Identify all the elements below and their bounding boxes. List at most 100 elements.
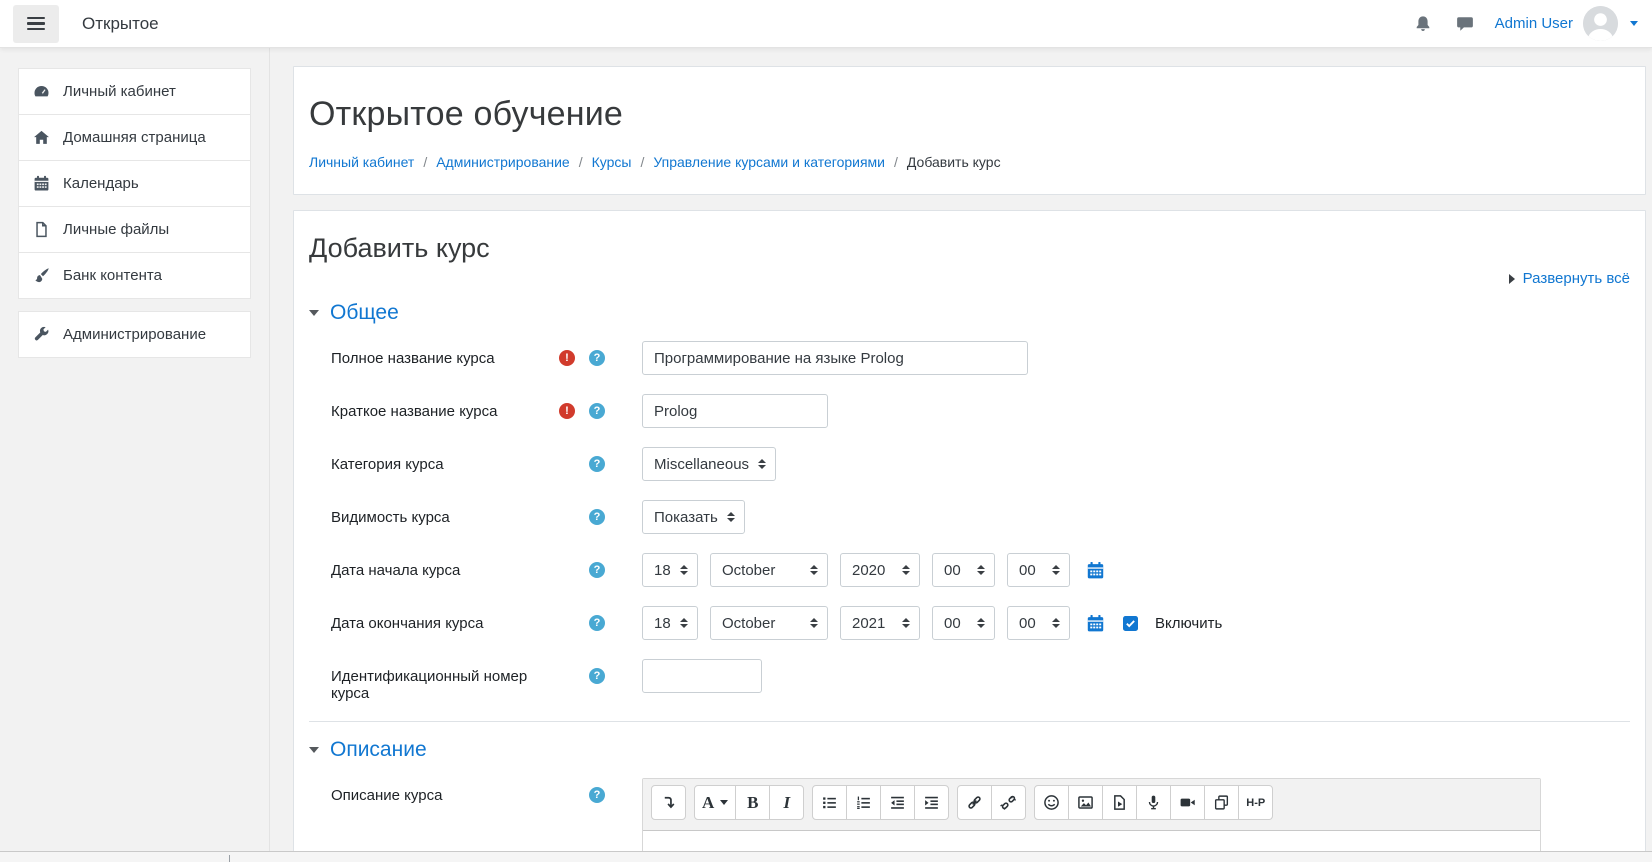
editor-ordered-list-button[interactable] [846,785,881,820]
idnumber-input[interactable] [642,659,762,693]
enddate-month-select[interactable]: October [710,606,828,640]
help-icon[interactable]: ? [589,787,605,803]
section-description-header[interactable]: Описание [309,738,1630,762]
breadcrumb-link-dashboard[interactable]: Личный кабинет [309,154,414,170]
select-arrows-icon [1052,565,1060,576]
enddate-enable-label[interactable]: Включить [1155,615,1222,632]
enddate-day-select[interactable]: 18 [642,606,698,640]
idnumber-label: Идентификационный номер курса [331,659,559,702]
help-icon[interactable]: ? [589,456,605,472]
editor-html-button[interactable]: H-P [1238,785,1273,820]
sidebar-item-home[interactable]: Домашняя страница [18,114,251,161]
help-icon[interactable]: ? [589,562,605,578]
wrench-icon [33,326,50,343]
sidebar-item-label: Домашняя страница [63,129,206,146]
startdate-day-select[interactable]: 18 [642,553,698,587]
category-label: Категория курса [331,447,559,473]
select-arrows-icon [727,512,735,523]
breadcrumb-link-course-management[interactable]: Управление курсами и категориями [653,154,885,170]
chevron-down-icon [720,800,728,805]
visibility-label: Видимость курса [331,500,559,526]
sidebar: Личный кабинет Домашняя страница Календа… [0,48,270,851]
menu-toggle-button[interactable] [13,5,59,43]
breadcrumb-link-courses[interactable]: Курсы [592,154,632,170]
enddate-hour-select[interactable]: 00 [932,606,995,640]
editor-image-button[interactable] [1068,785,1103,820]
editor-outdent-button[interactable] [880,785,915,820]
editor-unlink-button[interactable] [991,785,1026,820]
select-arrows-icon [977,565,985,576]
select-arrows-icon [902,618,910,629]
editor-paragraph-style-button[interactable]: A [694,785,736,820]
breadcrumb-current: Добавить курс [907,154,1001,170]
help-icon[interactable]: ? [589,509,605,525]
breadcrumb: Личный кабинет / Администрирование / Кур… [309,154,1630,170]
help-icon[interactable]: ? [589,350,605,366]
editor-bold-button[interactable]: B [735,785,770,820]
sidebar-item-dashboard[interactable]: Личный кабинет [18,68,251,115]
emoji-icon [1043,794,1060,811]
editor-unordered-list-button[interactable] [812,785,847,820]
required-icon: ! [559,403,575,419]
page-title: Открытое обучение [309,95,1630,134]
footer-divider [229,855,230,862]
editor-collapse-button[interactable] [651,785,686,820]
breadcrumb-link-administration[interactable]: Администрирование [436,154,570,170]
startdate-label: Дата начала курса [331,553,559,579]
enddate-minute-select[interactable]: 00 [1007,606,1070,640]
select-arrows-icon [810,618,818,629]
editor-link-button[interactable] [957,785,992,820]
expand-all-link[interactable]: Развернуть всё [1523,270,1630,287]
enddate-year-select[interactable]: 2021 [840,606,920,640]
startdate-calendar-icon[interactable] [1086,561,1105,580]
fullname-input[interactable] [642,341,1028,375]
startdate-minute-select[interactable]: 00 [1007,553,1070,587]
page-header-card: Открытое обучение Личный кабинет / Админ… [293,66,1646,195]
shortname-input[interactable] [642,394,828,428]
visibility-select[interactable]: Показать [642,500,745,534]
sidebar-item-label: Банк контента [63,267,162,284]
editor-manage-files-button[interactable] [1204,785,1239,820]
startdate-year-select[interactable]: 2020 [840,553,920,587]
footer-edge [0,851,1652,862]
media-file-icon [1111,794,1128,811]
enddate-calendar-icon[interactable] [1086,614,1105,633]
user-menu-caret-icon[interactable] [1630,21,1638,26]
home-icon [33,129,50,146]
sidebar-item-label: Личный кабинет [63,83,176,100]
form-row-description: Описание курса ? [309,778,1630,860]
startdate-month-select[interactable]: October [710,553,828,587]
section-general-header[interactable]: Общее [309,301,1630,325]
unlink-icon [1000,794,1017,811]
enddate-enable-checkbox[interactable] [1123,616,1138,631]
help-icon[interactable]: ? [589,403,605,419]
editor-record-audio-button[interactable] [1136,785,1171,820]
editor-indent-button[interactable] [914,785,949,820]
form-row-enddate: Дата окончания курса ? 18 October 2021 [309,606,1630,640]
help-icon[interactable]: ? [589,615,605,631]
add-course-form-card: Добавить курс Развернуть всё Общее Полно… [293,210,1646,862]
user-menu-link[interactable]: Admin User [1495,15,1573,32]
image-icon [1077,794,1094,811]
sidebar-item-private-files[interactable]: Личные файлы [18,206,251,253]
sidebar-item-administration[interactable]: Администрирование [18,311,251,358]
site-brand[interactable]: Открытое [82,14,159,34]
avatar[interactable] [1583,6,1618,41]
editor-italic-button[interactable]: I [769,785,804,820]
messages-icon[interactable] [1455,14,1475,34]
select-arrows-icon [758,459,766,470]
help-icon[interactable]: ? [589,668,605,684]
sidebar-item-calendar[interactable]: Календарь [18,160,251,207]
sidebar-item-label: Личные файлы [63,221,169,238]
startdate-hour-select[interactable]: 00 [932,553,995,587]
top-navbar: Открытое Admin User [0,0,1652,48]
category-select[interactable]: Miscellaneous [642,447,776,481]
editor-media-button[interactable] [1102,785,1137,820]
notifications-bell-icon[interactable] [1413,14,1433,34]
outdent-icon [889,794,906,811]
link-icon [966,794,983,811]
editor-record-video-button[interactable] [1170,785,1205,820]
sidebar-item-content-bank[interactable]: Банк контента [18,252,251,299]
editor-emoji-button[interactable] [1034,785,1069,820]
editor-toolbar: A B I [643,779,1540,831]
